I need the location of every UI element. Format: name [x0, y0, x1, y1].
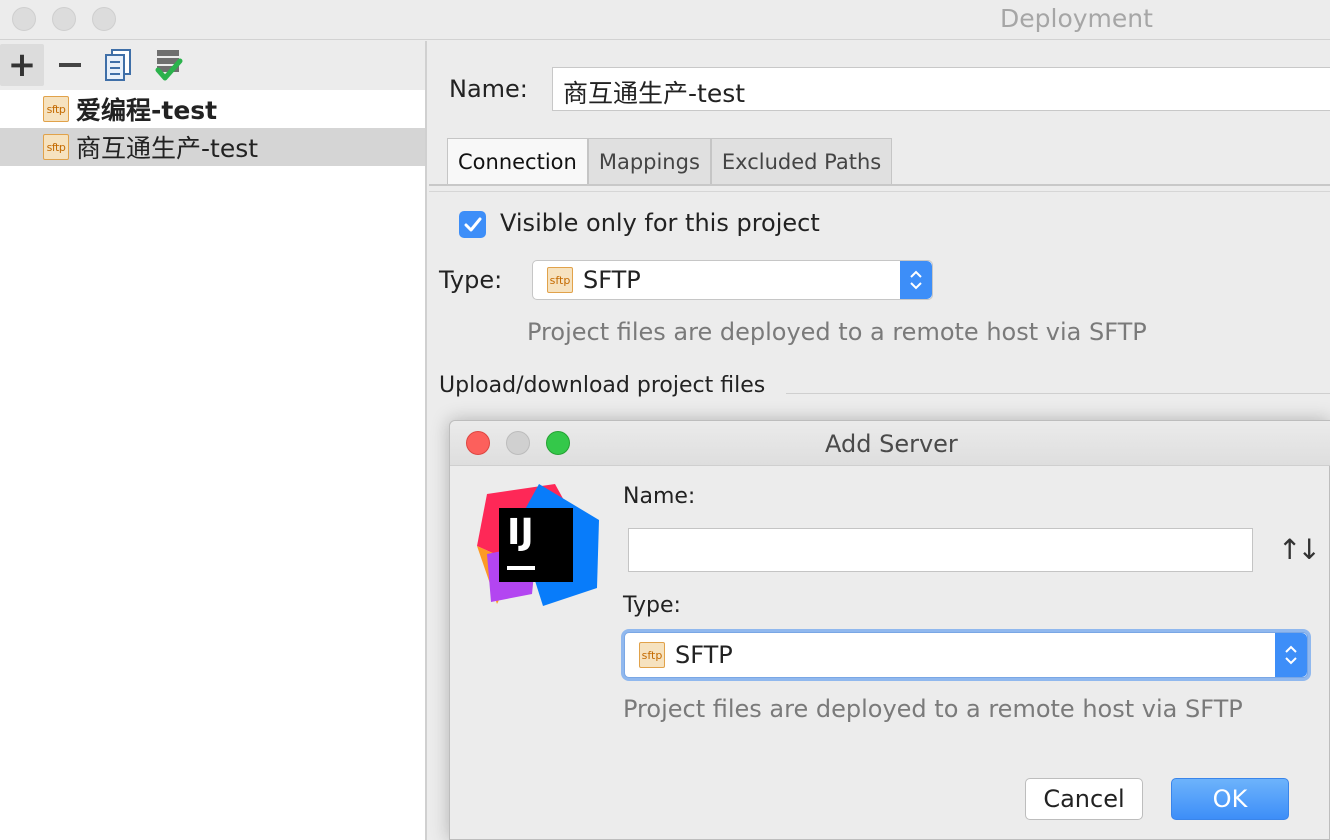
logo-text: IJ: [507, 512, 534, 553]
updown-chevron-icon: [900, 261, 932, 299]
dialog-name-label: Name:: [623, 484, 696, 509]
content-divider: [429, 191, 1330, 192]
sort-arrows-icon[interactable]: ↑↓: [1278, 533, 1321, 566]
type-select-value: SFTP: [583, 266, 641, 294]
ok-button[interactable]: OK: [1171, 778, 1289, 820]
type-select[interactable]: sftp SFTP: [532, 260, 933, 300]
minimize-window-button[interactable]: [52, 7, 76, 31]
close-window-button[interactable]: [12, 7, 36, 31]
dialog-minimize-button[interactable]: [506, 431, 530, 455]
updown-chevron-icon: [1275, 633, 1307, 677]
dialog-type-value: SFTP: [675, 641, 733, 669]
type-description: Project files are deployed to a remote h…: [527, 318, 1147, 346]
sftp-icon: sftp: [43, 96, 69, 122]
zoom-window-button[interactable]: [92, 7, 116, 31]
dialog-zoom-button[interactable]: [546, 431, 570, 455]
window-title: Deployment: [1000, 4, 1153, 33]
sftp-icon: sftp: [547, 267, 573, 293]
section-divider: [786, 393, 1330, 394]
add-server-button[interactable]: +: [0, 44, 44, 86]
tab-mappings[interactable]: Mappings: [587, 138, 711, 185]
set-default-server-button[interactable]: [152, 44, 184, 86]
checkmark-icon: [464, 217, 481, 231]
dialog-title: Add Server: [825, 430, 958, 458]
tab-connection[interactable]: Connection: [447, 138, 588, 185]
server-item-2[interactable]: sftp 商互通生产-test: [0, 128, 425, 166]
upload-section-title: Upload/download project files: [439, 373, 766, 398]
dialog-titlebar: Add Server: [450, 421, 1330, 466]
detail-tabs: Connection Mappings Excluded Paths: [447, 138, 893, 185]
dialog-type-label: Type:: [623, 593, 681, 618]
sftp-icon: sftp: [43, 134, 69, 160]
copy-icon: [105, 49, 131, 81]
tab-excluded-paths[interactable]: Excluded Paths: [710, 138, 893, 185]
type-label: Type:: [439, 266, 503, 294]
intellij-logo-icon: IJ: [477, 484, 599, 606]
server-name-input[interactable]: 商互通生产-test: [552, 67, 1330, 111]
dialog-type-select[interactable]: sftp SFTP: [624, 632, 1308, 678]
server-check-icon: [155, 50, 183, 81]
window-titlebar: Deployment: [0, 0, 1330, 40]
server-list-toolbar: +: [0, 41, 425, 90]
server-item-1[interactable]: sftp 爱编程-test: [0, 90, 425, 128]
tab-divider: [429, 184, 1330, 186]
sftp-icon: sftp: [639, 642, 665, 668]
minus-icon: [59, 63, 81, 67]
remove-server-button[interactable]: [52, 44, 88, 86]
dialog-close-button[interactable]: [466, 431, 490, 455]
copy-server-button[interactable]: [103, 44, 135, 86]
name-label: Name:: [449, 75, 528, 103]
add-server-dialog: Add Server IJ Name: ↑↓ Type: sftp SFTP P…: [449, 420, 1330, 840]
cancel-button[interactable]: Cancel: [1025, 778, 1143, 820]
visible-only-checkbox[interactable]: [459, 211, 486, 238]
visible-only-label: Visible only for this project: [500, 209, 820, 237]
server-item-label: 商互通生产-test: [76, 134, 259, 163]
dialog-name-input[interactable]: [628, 528, 1253, 572]
server-item-label: 爱编程-test: [76, 96, 218, 125]
server-list-panel: + sftp 爱编程-test sftp 商互通生产-test: [0, 41, 427, 840]
dialog-type-description: Project files are deployed to a remote h…: [623, 695, 1243, 723]
